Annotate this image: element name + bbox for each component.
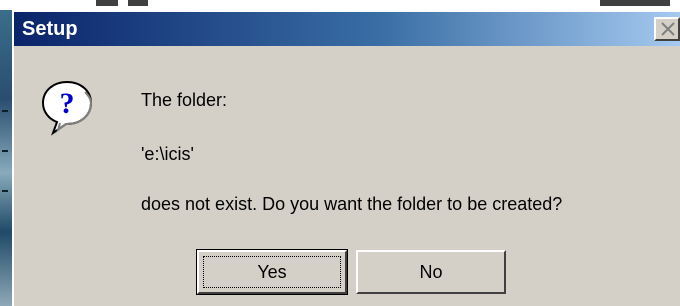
setup-dialog: Setup ? The folder: 'e:\icis' does not e…	[12, 10, 680, 306]
yes-button[interactable]: Yes	[196, 249, 348, 295]
background-mark	[600, 0, 670, 6]
folder-path: 'e:\icis'	[141, 144, 194, 164]
background-mark	[2, 150, 8, 152]
no-button-label: No	[419, 261, 443, 282]
close-icon	[661, 22, 675, 36]
message-line-1: The folder:	[141, 90, 228, 110]
close-button[interactable]	[654, 17, 680, 41]
screen: Setup ? The folder: 'e:\icis' does not e…	[0, 0, 680, 306]
svg-text:?: ?	[60, 87, 75, 120]
background-desktop-strip	[0, 10, 12, 306]
focus-rectangle	[203, 256, 341, 288]
background-mark	[128, 0, 148, 6]
question-icon: ?	[38, 78, 96, 136]
no-button[interactable]: No	[356, 250, 506, 294]
message-line-3: does not exist. Do you want the folder t…	[141, 194, 563, 214]
background-mark	[2, 110, 8, 112]
dialog-title: Setup	[22, 18, 78, 40]
background-mark	[2, 190, 8, 192]
background-mark	[96, 0, 118, 6]
title-bar[interactable]: Setup	[14, 12, 680, 46]
